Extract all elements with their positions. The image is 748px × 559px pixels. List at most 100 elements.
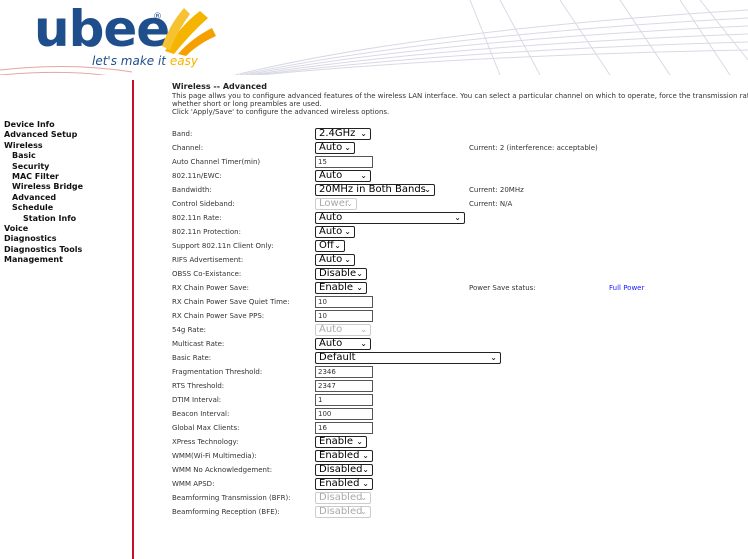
- xpress-technology-value: Enable: [319, 436, 354, 447]
- rifs-advertisement-label: RIFS Advertisement:: [172, 256, 244, 264]
- beamforming-reception-bfe-label: Beamforming Reception (BFE):: [172, 508, 280, 516]
- sidebar-item-schedule[interactable]: Schedule: [4, 203, 132, 213]
- row-rx-chain-power-save-quiet-time: RX Chain Power Save Quiet Time: 10: [172, 296, 748, 309]
- row-basic-rate: Basic Rate: Default ⌄: [172, 352, 748, 365]
- rx-chain-power-save-value: Enable: [319, 282, 354, 293]
- rx-chain-power-save-pps-input[interactable]: 10: [315, 310, 373, 322]
- obss-co-existance-value: Disable: [319, 268, 357, 279]
- logo-burst-icon: [162, 8, 216, 56]
- chevron-down-icon: ⌄: [356, 283, 363, 292]
- xpress-technology-select[interactable]: Enable ⌄: [315, 436, 367, 448]
- sidebar-item-diagnostics-tools[interactable]: Diagnostics Tools: [4, 245, 132, 255]
- sidebar-item-wireless-bridge[interactable]: Wireless Bridge: [4, 182, 132, 192]
- row-bandwidth: Bandwidth: 20MHz in Both Bands ⌄ Current: 2…: [172, 184, 748, 197]
- row-rts-threshold: RTS Threshold: 2347: [172, 380, 748, 393]
- beacon-interval-input[interactable]: 100: [315, 408, 373, 420]
- dtim-interval-input[interactable]: 1: [315, 394, 373, 406]
- rifs-advertisement-select[interactable]: Auto ⌄: [315, 254, 355, 266]
- chevron-down-icon: ⌄: [360, 171, 367, 180]
- dtim-interval-label: DTIM Interval:: [172, 396, 222, 404]
- row-xpress-technology: XPress Technology: Enable ⌄: [172, 436, 748, 449]
- chevron-down-icon: ⌄: [362, 451, 369, 460]
- tagline: let's make it easy: [92, 54, 198, 68]
- rx-chain-power-save-pps-label: RX Chain Power Save PPS:: [172, 312, 265, 320]
- main-content: Wireless -- Advanced This page allws you…: [172, 82, 748, 116]
- sidebar-item-diagnostics[interactable]: Diagnostics: [4, 234, 132, 244]
- chevron-down-icon: ⌄: [344, 255, 351, 264]
- sidebar-item-advanced-setup[interactable]: Advanced Setup: [4, 130, 132, 140]
- row-beamforming-reception-bfe: Beamforming Reception (BFE): Disabled ⌄: [172, 506, 748, 519]
- sidebar-item-mac-filter[interactable]: MAC Filter: [4, 172, 132, 182]
- bandwidth-status: Current: 20MHz: [469, 186, 524, 194]
- row-auto-channel-timer-min: Auto Channel Timer(min) 15: [172, 156, 748, 169]
- global-max-clients-input[interactable]: 16: [315, 422, 373, 434]
- row-802-11n-rate: 802.11n Rate: Auto ⌄: [172, 212, 748, 225]
- page-description: This page allws you to configure advance…: [172, 92, 748, 100]
- chevron-down-icon: ⌄: [454, 213, 461, 222]
- 802-11n-protection-select[interactable]: Auto ⌄: [315, 226, 355, 238]
- chevron-down-icon: ⌄: [490, 353, 497, 362]
- wmm-no-acknowledgement-select[interactable]: Disabled ⌄: [315, 464, 373, 476]
- auto-channel-timer-min-label: Auto Channel Timer(min): [172, 158, 261, 166]
- wmm-wi-fi-multimedia-label: WMM(Wi-Fi Multimedia):: [172, 452, 257, 460]
- 54g-rate-select: Auto ⌄: [315, 324, 371, 336]
- sidebar-item-voice[interactable]: Voice: [4, 224, 132, 234]
- 54g-rate-label: 54g Rate:: [172, 326, 206, 334]
- bandwidth-label: Bandwidth:: [172, 186, 212, 194]
- chevron-down-icon: ⌄: [360, 339, 367, 348]
- sidebar-item-basic[interactable]: Basic: [4, 151, 132, 161]
- multicast-rate-select[interactable]: Auto ⌄: [315, 338, 371, 350]
- rx-chain-power-save-status: Power Save status:: [469, 284, 536, 292]
- wmm-apsd-value: Enabled: [319, 478, 360, 489]
- 802-11n-ewc-select[interactable]: Auto ⌄: [315, 170, 371, 182]
- auto-channel-timer-min-input[interactable]: 15: [315, 156, 373, 168]
- support-802-11n-client-only-select[interactable]: Off ⌄: [315, 240, 345, 252]
- row-rifs-advertisement: RIFS Advertisement: Auto ⌄: [172, 254, 748, 267]
- 802-11n-ewc-value: Auto: [319, 170, 343, 181]
- wmm-no-acknowledgement-label: WMM No Acknowledgement:: [172, 466, 273, 474]
- fragmentation-threshold-input[interactable]: 2346: [315, 366, 373, 378]
- wmm-apsd-label: WMM APSD:: [172, 480, 215, 488]
- sidebar-item-security[interactable]: Security: [4, 162, 132, 172]
- row-rx-chain-power-save-pps: RX Chain Power Save PPS: 10: [172, 310, 748, 323]
- channel-label: Channel:: [172, 144, 204, 152]
- band-select[interactable]: 2.4GHz ⌄: [315, 128, 371, 140]
- wmm-wi-fi-multimedia-select[interactable]: Enabled ⌄: [315, 450, 373, 462]
- wmm-no-acknowledgement-value: Disabled: [319, 464, 363, 475]
- support-802-11n-client-only-label: Support 802.11n Client Only:: [172, 242, 274, 250]
- wmm-wi-fi-multimedia-value: Enabled: [319, 450, 360, 461]
- row-support-802-11n-client-only: Support 802.11n Client Only: Off ⌄: [172, 240, 748, 253]
- 802-11n-rate-label: 802.11n Rate:: [172, 214, 222, 222]
- row-global-max-clients: Global Max Clients: 16: [172, 422, 748, 435]
- row-wmm-wi-fi-multimedia: WMM(Wi-Fi Multimedia): Enabled ⌄: [172, 450, 748, 463]
- rifs-advertisement-value: Auto: [319, 254, 343, 265]
- ubee-logo[interactable]: ubee: [34, 4, 170, 54]
- 802-11n-rate-select[interactable]: Auto ⌄: [315, 212, 465, 224]
- bandwidth-select[interactable]: 20MHz in Both Bands ⌄: [315, 184, 435, 196]
- 54g-rate-value: Auto: [319, 324, 343, 335]
- row-beacon-interval: Beacon Interval: 100: [172, 408, 748, 421]
- sidebar-item-wireless[interactable]: Wireless: [4, 141, 132, 151]
- wmm-apsd-select[interactable]: Enabled ⌄: [315, 478, 373, 490]
- basic-rate-select[interactable]: Default ⌄: [315, 352, 501, 364]
- chevron-down-icon: ⌄: [344, 143, 351, 152]
- channel-status: Current: 2 (interference: acceptable): [469, 144, 598, 152]
- channel-value: Auto: [319, 142, 343, 153]
- page-title: Wireless -- Advanced: [172, 82, 267, 91]
- sidebar-item-station-info[interactable]: Station Info: [4, 214, 132, 224]
- band-value: 2.4GHz: [319, 128, 356, 139]
- sidebar-item-device-info[interactable]: Device Info: [4, 120, 132, 130]
- chevron-down-icon: ⌄: [344, 227, 351, 236]
- obss-co-existance-select[interactable]: Disable ⌄: [315, 268, 367, 280]
- basic-rate-value: Default: [319, 352, 356, 363]
- sidebar-item-management[interactable]: Management: [4, 255, 132, 265]
- sidebar-item-advanced[interactable]: Advanced: [4, 193, 132, 203]
- row-multicast-rate: Multicast Rate: Auto ⌄: [172, 338, 748, 351]
- rts-threshold-input[interactable]: 2347: [315, 380, 373, 392]
- rx-chain-power-save-label: RX Chain Power Save:: [172, 284, 250, 292]
- channel-select[interactable]: Auto ⌄: [315, 142, 355, 154]
- rx-chain-power-save-select[interactable]: Enable ⌄: [315, 282, 367, 294]
- fragmentation-threshold-label: Fragmentation Threshold:: [172, 368, 263, 376]
- rx-chain-power-save-quiet-time-input[interactable]: 10: [315, 296, 373, 308]
- chevron-down-icon: ⌄: [424, 185, 431, 194]
